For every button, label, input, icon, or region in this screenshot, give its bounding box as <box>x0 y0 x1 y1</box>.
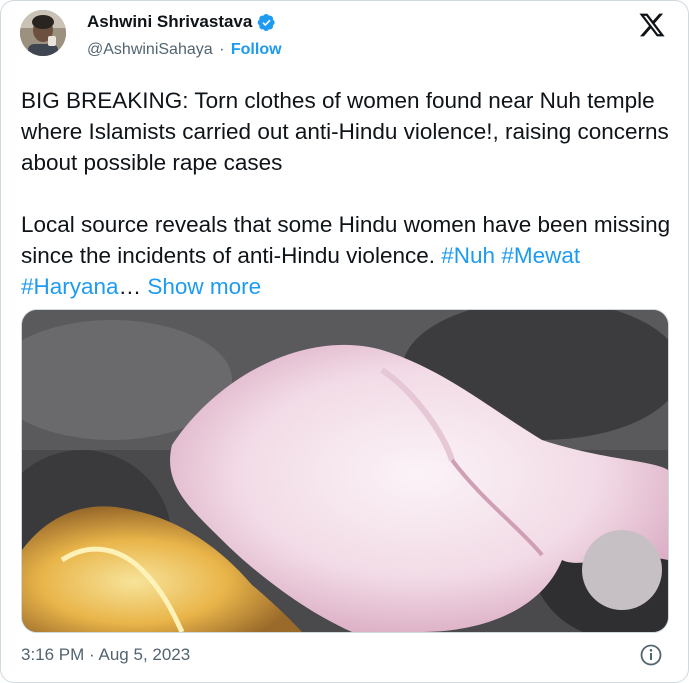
ellipsis: … <box>118 274 142 299</box>
tweet-text: BIG BREAKING: Torn clothes of women foun… <box>21 85 671 302</box>
separator-dot: · <box>219 41 225 58</box>
tweet-paragraph-2: Local source reveals that some Hindu wom… <box>21 209 671 302</box>
verified-badge-icon <box>257 13 276 32</box>
hashtag-link[interactable]: #Nuh <box>441 243 495 268</box>
avatar[interactable] <box>20 10 66 56</box>
author-handle-row: @AshwiniSahaya · Follow <box>87 41 282 59</box>
hashtag-link[interactable]: #Mewat <box>501 243 580 268</box>
author-name[interactable]: Ashwini Shrivastava <box>87 12 252 32</box>
author-name-row: Ashwini Shrivastava <box>87 12 276 32</box>
tweet-paragraph-1: BIG BREAKING: Torn clothes of women foun… <box>21 88 669 175</box>
follow-button[interactable]: Follow <box>231 41 282 58</box>
separator-dot: · <box>89 645 95 664</box>
tweet-card: Ashwini Shrivastava @AshwiniSahaya · Fol… <box>0 0 689 683</box>
info-icon[interactable] <box>639 643 663 667</box>
media-image[interactable] <box>21 309 669 633</box>
show-more-link[interactable]: Show more <box>147 274 261 299</box>
tweet-date: Aug 5, 2023 <box>98 645 191 664</box>
tweet-timestamp[interactable]: 3:16 PM · Aug 5, 2023 <box>21 645 190 665</box>
hashtag-link[interactable]: #Haryana <box>21 274 119 299</box>
author-handle[interactable]: @AshwiniSahaya <box>87 41 213 58</box>
tweet-time: 3:16 PM <box>21 645 85 664</box>
x-logo-icon[interactable] <box>638 11 666 39</box>
